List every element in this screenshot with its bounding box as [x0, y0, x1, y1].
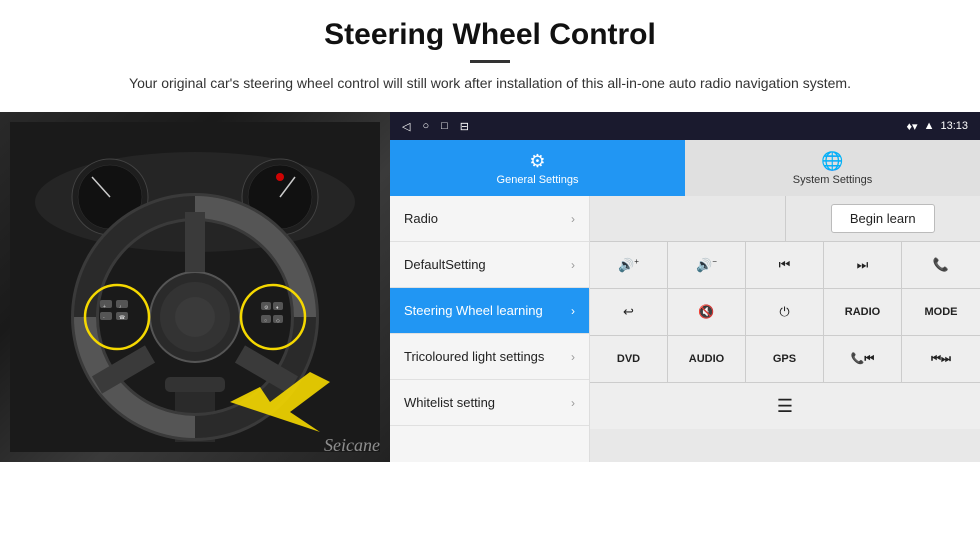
menu-panel: Radio › DefaultSetting › Steering Wheel …: [390, 196, 590, 462]
label-prev-next[interactable]: ⏮⏭: [902, 336, 980, 382]
icon-back-call[interactable]: ↩: [590, 289, 668, 335]
page-header: Steering Wheel Control Your original car…: [0, 0, 980, 104]
chevron-icon-steering: ›: [571, 304, 575, 318]
menu-whitelist-label: Whitelist setting: [404, 395, 495, 410]
icon-next-track[interactable]: ⏭: [824, 242, 902, 288]
icon-power[interactable]: ⏻: [746, 289, 824, 335]
wifi-icon: ♦▾: [906, 120, 917, 133]
begin-learn-cell[interactable]: Begin learn: [786, 196, 980, 241]
chevron-icon-default: ›: [571, 258, 575, 272]
menu-radio-label: Radio: [404, 211, 438, 226]
phone-icon: 📞: [933, 257, 949, 273]
icon-grid-row2: ↩ 🔇 ⏻ RADIO MODE: [590, 289, 980, 336]
recents-icon: □: [441, 120, 448, 132]
icon-vol-up[interactable]: 🔊+: [590, 242, 668, 288]
clock: 13:13: [940, 120, 968, 132]
watermark: Seicane: [324, 435, 380, 456]
system-settings-icon: 🌐: [821, 151, 843, 172]
home-icon: ○: [422, 120, 429, 132]
steering-wheel-bg: + - ♪ ☎ ⚙ ♦ ○ ◇: [0, 112, 390, 462]
menu-item-defaultsetting[interactable]: DefaultSetting ›: [390, 242, 589, 288]
back-call-icon: ↩: [623, 304, 634, 320]
label-phone-prev[interactable]: 📞⏮: [824, 336, 902, 382]
statusbar-right: ♦▾ ▲ 13:13: [906, 120, 968, 133]
main-content: + - ♪ ☎ ⚙ ♦ ○ ◇ Seicane: [0, 112, 980, 462]
audio-label: AUDIO: [689, 353, 724, 365]
menu-tricoloured-label: Tricoloured light settings: [404, 349, 544, 364]
signal-icon: ▲: [924, 120, 935, 132]
back-icon: ◁: [402, 120, 410, 133]
phone-prev-icon: 📞⏮: [851, 352, 875, 366]
content-panel: Begin learn 🔊+ 🔊− ⏮ ⏭: [590, 196, 980, 462]
bottom-row: ☰: [590, 383, 980, 429]
dvd-label: DVD: [617, 353, 640, 365]
chevron-icon-radio: ›: [571, 212, 575, 226]
title-divider: [470, 60, 510, 63]
menu-item-tricoloured[interactable]: Tricoloured light settings ›: [390, 334, 589, 380]
icon-prev-track[interactable]: ⏮: [746, 242, 824, 288]
page-subtitle: Your original car's steering wheel contr…: [90, 73, 890, 94]
label-dvd[interactable]: DVD: [590, 336, 668, 382]
android-ui: ◁ ○ □ ⊟ ♦▾ ▲ 13:13 ⚙ General Settings 🌐 …: [390, 112, 980, 462]
icon-phone[interactable]: 📞: [902, 242, 980, 288]
mode-label: MODE: [925, 306, 958, 318]
icon-radio-btn[interactable]: RADIO: [824, 289, 902, 335]
steering-wheel-svg: + - ♪ ☎ ⚙ ♦ ○ ◇: [10, 122, 380, 452]
svg-text:⚙: ⚙: [264, 305, 269, 311]
svg-text:+: +: [103, 304, 106, 310]
power-icon: ⏻: [779, 304, 789, 320]
general-settings-icon: ⚙: [529, 151, 545, 172]
icon-grid-row1: 🔊+ 🔊− ⏮ ⏭ 📞: [590, 242, 980, 289]
android-body: Radio › DefaultSetting › Steering Wheel …: [390, 196, 980, 462]
menu-defaultsetting-label: DefaultSetting: [404, 257, 486, 272]
bottom-list-icon[interactable]: ☰: [590, 383, 980, 429]
chevron-icon-tricoloured: ›: [571, 350, 575, 364]
menu-item-radio[interactable]: Radio ›: [390, 196, 589, 242]
tab-system[interactable]: 🌐 System Settings: [685, 140, 980, 196]
vol-down-icon: 🔊−: [696, 257, 717, 273]
label-grid: DVD AUDIO GPS 📞⏮ ⏮⏭: [590, 336, 980, 383]
icon-vol-down[interactable]: 🔊−: [668, 242, 746, 288]
menu-item-whitelist[interactable]: Whitelist setting ›: [390, 380, 589, 426]
menu-item-steering[interactable]: Steering Wheel learning ›: [390, 288, 589, 334]
svg-text:○: ○: [264, 318, 267, 324]
radio-btn-label: RADIO: [845, 306, 880, 318]
tab-general[interactable]: ⚙ General Settings: [390, 140, 685, 196]
label-gps[interactable]: GPS: [746, 336, 824, 382]
begin-learn-button[interactable]: Begin learn: [831, 204, 935, 233]
vol-up-icon: 🔊+: [618, 257, 639, 273]
icon-mode[interactable]: MODE: [902, 289, 980, 335]
android-statusbar: ◁ ○ □ ⊟ ♦▾ ▲ 13:13: [390, 112, 980, 140]
mute-icon: 🔇: [698, 304, 714, 320]
next-track-icon: ⏭: [857, 257, 869, 273]
page-title: Steering Wheel Control: [20, 18, 960, 52]
list-icon: ☰: [777, 396, 793, 417]
label-audio[interactable]: AUDIO: [668, 336, 746, 382]
svg-text:☎: ☎: [119, 315, 125, 321]
radio-empty-cell: [590, 196, 786, 241]
menu-icon: ⊟: [460, 120, 469, 133]
icon-mute[interactable]: 🔇: [668, 289, 746, 335]
car-image-area: + - ♪ ☎ ⚙ ♦ ○ ◇ Seicane: [0, 112, 390, 462]
svg-text:♦: ♦: [276, 305, 279, 311]
android-tabs: ⚙ General Settings 🌐 System Settings: [390, 140, 980, 196]
statusbar-left: ◁ ○ □ ⊟: [402, 120, 469, 133]
content-row-1: Begin learn: [590, 196, 980, 242]
gps-label: GPS: [773, 353, 796, 365]
prev-next-icon: ⏮⏭: [931, 353, 951, 366]
tab-general-label: General Settings: [497, 174, 579, 186]
prev-track-icon: ⏮: [779, 257, 791, 273]
menu-steering-label: Steering Wheel learning: [404, 303, 543, 318]
tab-system-label: System Settings: [793, 174, 872, 186]
chevron-icon-whitelist: ›: [571, 396, 575, 410]
svg-text:◇: ◇: [276, 318, 280, 324]
